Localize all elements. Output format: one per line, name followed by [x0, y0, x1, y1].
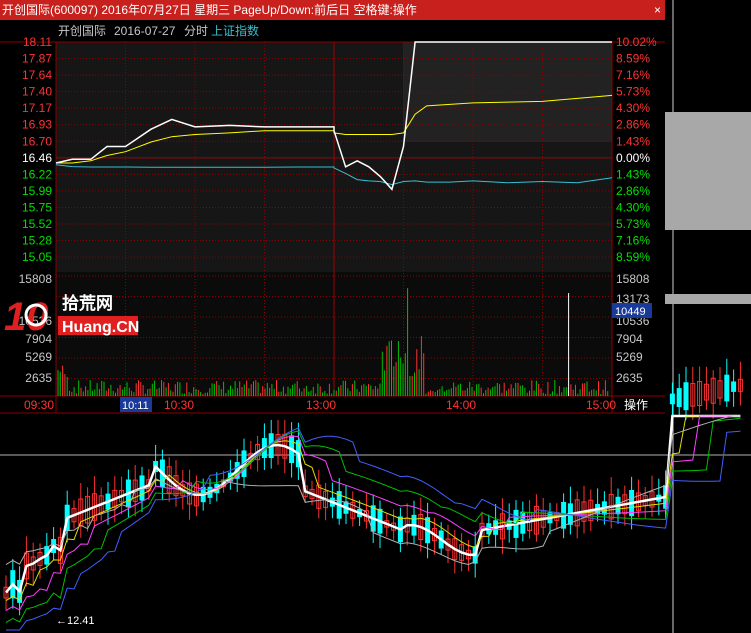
- watermark-cn: 拾荒网: [62, 293, 113, 313]
- price-axis-label-left: 15.75: [22, 200, 52, 214]
- price-axis-label-right: 0.00%: [616, 151, 650, 165]
- kline-candle-body: [669, 393, 675, 405]
- time-axis-label: 14:00: [446, 398, 476, 412]
- price-axis-label-right: 1.43%: [616, 167, 650, 181]
- time-cursor-label: 10:11: [122, 400, 149, 412]
- kline-low-annotation: ←12.41: [56, 615, 95, 627]
- time-axis-label: 15:00: [586, 398, 616, 412]
- price-axis-label-left: 17.40: [22, 85, 52, 99]
- price-axis-label-left: 16.22: [22, 167, 52, 181]
- price-axis-label-right: 8.59%: [616, 52, 650, 66]
- header-stock-name: 开创国际: [58, 24, 106, 38]
- price-axis-label-right: 5.73%: [616, 85, 650, 99]
- price-axis-label-left: 16.70: [22, 134, 52, 148]
- price-axis-label-right: 1.43%: [616, 134, 650, 148]
- price-axis-label-left: 15.99: [22, 184, 52, 198]
- header-index-link[interactable]: 上证指数: [211, 23, 259, 38]
- volume-value-label: 10449: [615, 306, 646, 318]
- price-axis-label-right: 4.30%: [616, 200, 650, 214]
- volume-axis-label-right: 15808: [616, 272, 650, 286]
- price-axis-label-left: 15.52: [22, 217, 52, 231]
- chart-canvas: ←12.41 开创国际 2016-07-27 分时 上证指数 18.11 17.8…: [0, 0, 751, 633]
- time-axis-label: 10:30: [164, 398, 194, 412]
- price-axis-label-left: 16.46: [22, 151, 52, 165]
- price-axis-label-right: 4.30%: [616, 101, 650, 115]
- price-axis-label-right: 7.16%: [616, 234, 650, 248]
- header-mode: 分时: [184, 24, 208, 38]
- intraday-window: 开创国际 2016-07-27 分时 上证指数 18.11 17.87 17.64 1…: [0, 20, 665, 414]
- price-axis-label-left: 17.64: [22, 68, 52, 82]
- action-label[interactable]: 操作: [624, 397, 648, 412]
- kline-candle-body: [676, 388, 682, 408]
- price-axis-label-right: 2.86%: [616, 184, 650, 198]
- price-axis-label-left: 15.28: [22, 234, 52, 248]
- volume-axis-label-left: 2635: [25, 371, 52, 385]
- price-axis-label-left: 17.17: [22, 101, 52, 115]
- header-date: 2016-07-27: [114, 24, 176, 38]
- price-axis-label-left: 16.93: [22, 118, 52, 132]
- time-axis-label: 13:00: [306, 398, 336, 412]
- volume-axis-label-left: 5269: [25, 350, 52, 364]
- kline-candle-body: [731, 381, 737, 392]
- kline-candle-body: [724, 374, 730, 402]
- price-axis-label-right: 7.16%: [616, 68, 650, 82]
- price-axis-label-left: 18.11: [23, 35, 52, 49]
- price-axis-label-right: 2.86%: [616, 118, 650, 132]
- volume-axis-label-right: 7904: [616, 332, 643, 346]
- kline-candle-body: [683, 382, 689, 411]
- price-axis-label-left: 15.05: [22, 250, 52, 264]
- price-axis-label-left: 17.87: [22, 52, 52, 66]
- volume-axis-label-left: 15808: [19, 272, 53, 286]
- volume-axis-label-right: 2635: [616, 371, 643, 385]
- volume-axis-label-right: 5269: [616, 350, 643, 364]
- price-axis-label-right: 10.02%: [616, 35, 657, 49]
- time-axis-label: 09:30: [24, 398, 54, 412]
- watermark-en: Huang.CN: [62, 319, 139, 336]
- side-gray-strip: [665, 294, 751, 304]
- side-gray-block: [665, 112, 751, 230]
- price-axis-label-right: 5.73%: [616, 217, 650, 231]
- price-axis-label-right: 8.59%: [616, 250, 650, 264]
